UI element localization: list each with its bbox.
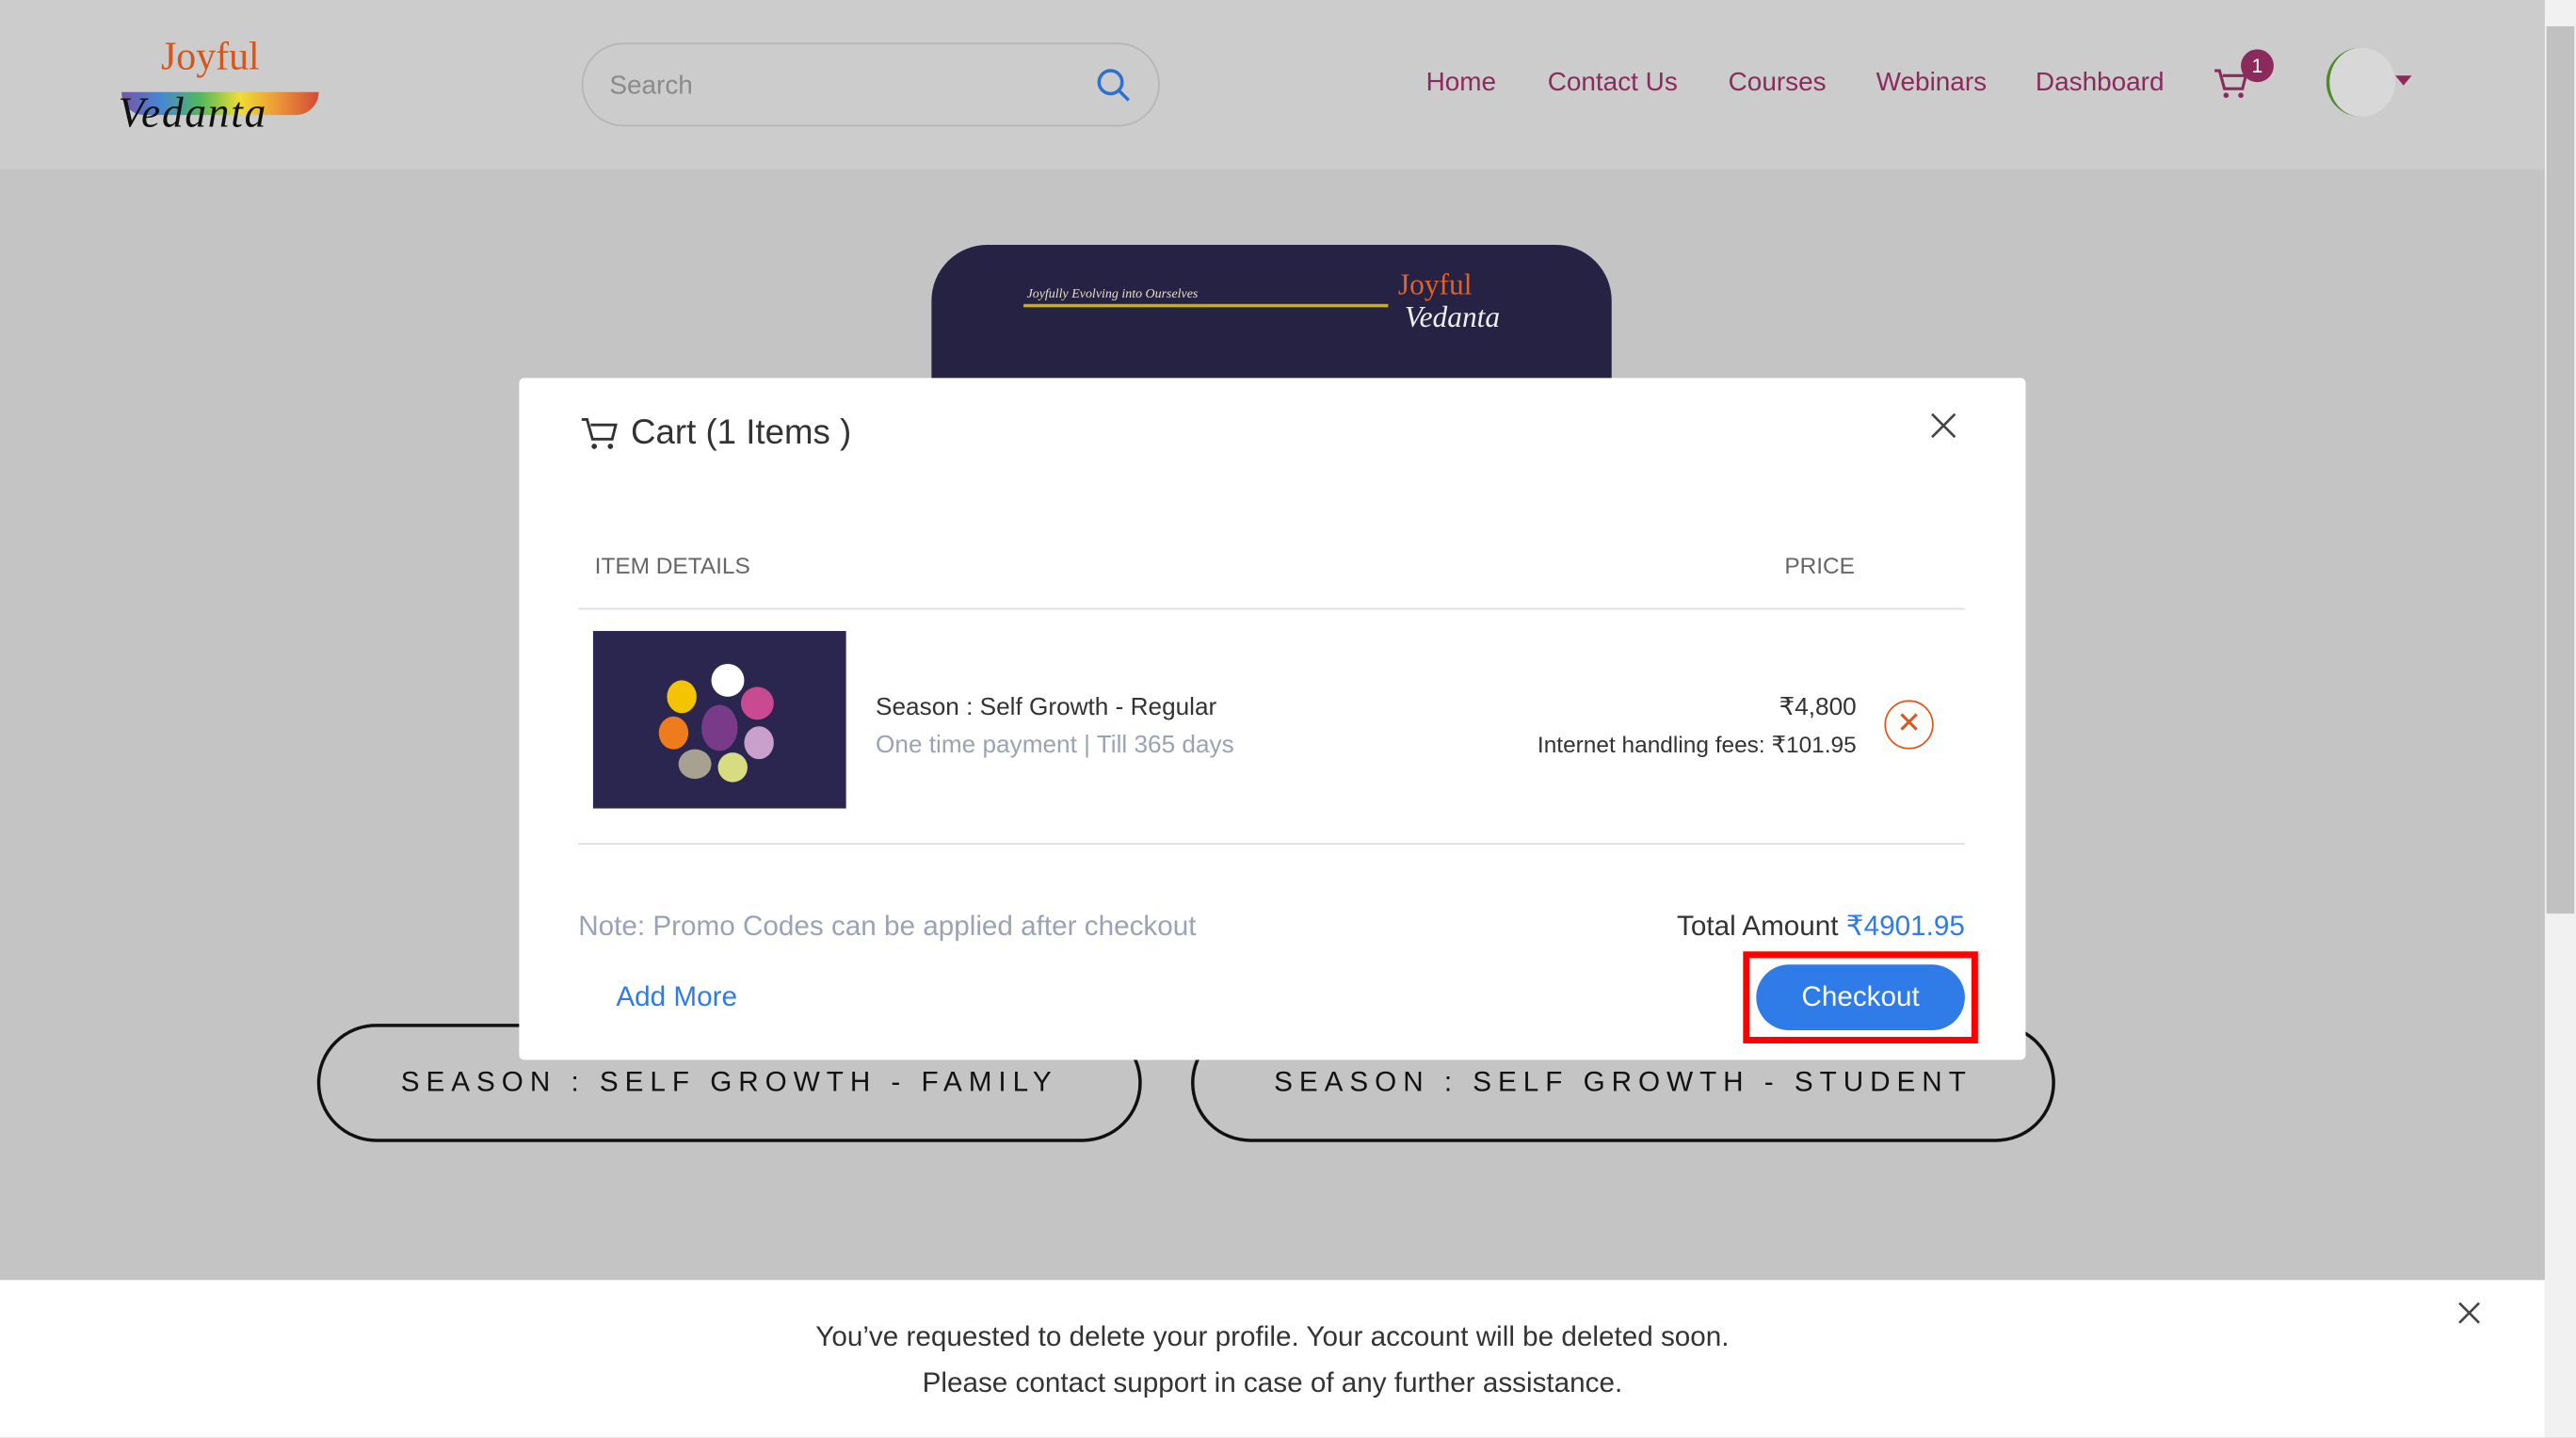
remove-item-icon[interactable]: ✕: [1884, 700, 1934, 750]
site-header: Joyful Vedanta Home Contact Us Courses W…: [0, 0, 2545, 170]
nav-webinars[interactable]: Webinars: [1876, 69, 1987, 98]
item-subtitle: One time payment | Till 365 days: [876, 731, 1234, 760]
banner-logo-bottom: Vedanta: [1404, 300, 1501, 334]
search-box: [581, 42, 1160, 127]
divider: [578, 607, 1965, 610]
item-price: ₹4,800: [1779, 693, 1857, 722]
nav-home[interactable]: Home: [1426, 69, 1496, 98]
banner-line: [1023, 303, 1389, 308]
nav-courses[interactable]: Courses: [1729, 69, 1827, 98]
total-amount: Total Amount ₹4901.95: [1677, 911, 1965, 944]
close-icon[interactable]: [1929, 411, 1958, 440]
search-icon[interactable]: [1096, 68, 1132, 104]
nav-contact-us[interactable]: Contact Us: [1548, 69, 1678, 98]
checkout-button[interactable]: Checkout: [1756, 964, 1965, 1031]
promo-note: Note: Promo Codes can be applied after c…: [578, 910, 1197, 942]
cart-modal: Cart (1 Items ) ITEM DETAILS PRICE Seaso…: [519, 378, 2026, 1060]
nav-dashboard[interactable]: Dashboard: [2036, 69, 2165, 98]
delete-profile-notice: You’ve requested to delete your profile.…: [0, 1280, 2545, 1438]
add-more-link[interactable]: Add More: [616, 981, 737, 1014]
close-notice-icon[interactable]: [2456, 1300, 2483, 1326]
logo[interactable]: Joyful Vedanta: [112, 29, 334, 141]
banner-logo-top: Joyful: [1397, 267, 1473, 301]
cart-icon: [581, 417, 618, 449]
caret-down-icon[interactable]: [2395, 75, 2412, 86]
logo-joyful: Joyful: [161, 36, 260, 79]
avatar[interactable]: [2326, 47, 2396, 117]
total-label: Total Amount: [1677, 910, 1839, 942]
total-value: ₹4901.95: [1845, 910, 1965, 942]
item-fees: Internet handling fees: ₹101.95: [1537, 731, 1857, 758]
cart-title: Cart (1 Items ): [578, 414, 851, 454]
notice-line-1: You’ve requested to delete your profile.…: [815, 1320, 1730, 1353]
cart-count-badge: 1: [2241, 49, 2274, 83]
item-name: Season : Self Growth - Regular: [876, 693, 1217, 722]
notice-line-2: Please contact support in case of any fu…: [922, 1366, 1623, 1398]
logo-vedanta: Vedanta: [118, 89, 268, 137]
item-thumbnail: [592, 631, 846, 809]
divider: [578, 843, 1965, 845]
cart-title-text: Cart (1 Items ): [631, 413, 852, 452]
search-input[interactable]: [605, 65, 1089, 109]
col-item-details: ITEM DETAILS: [594, 552, 750, 579]
col-price: PRICE: [1784, 552, 1855, 579]
scrollbar-thumb[interactable]: [2546, 25, 2575, 914]
banner-tagline: Joyfully Evolving into Ourselves: [1026, 285, 1199, 301]
